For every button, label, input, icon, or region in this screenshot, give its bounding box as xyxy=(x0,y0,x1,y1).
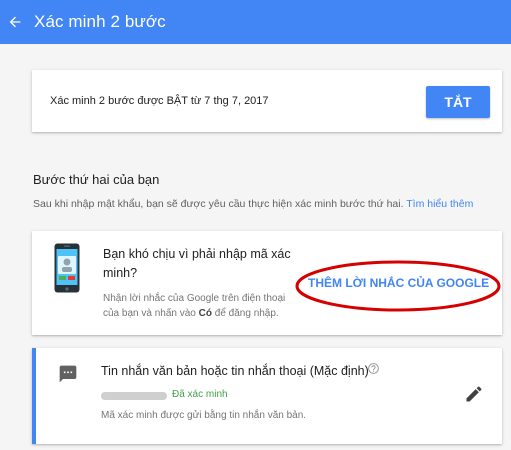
section-description-text: Sau khi nhập mật khẩu, bạn sẽ được yêu c… xyxy=(33,198,404,210)
google-prompt-card: Bạn khó chịu vì phải nhập mã xác minh? N… xyxy=(32,231,502,335)
add-google-prompt-button[interactable]: THÊM LỜI NHẮC CỦA GOOGLE xyxy=(308,276,489,290)
app-bar: Xác minh 2 bước xyxy=(0,0,511,44)
redacted-phone-number xyxy=(101,392,167,400)
phone-icon xyxy=(54,243,80,293)
verified-status: Đã xác minh xyxy=(172,389,228,400)
page-title: Xác minh 2 bước xyxy=(34,12,166,31)
prompt-desc-bold: Có xyxy=(198,308,212,319)
section-description: Sau khi nhập mật khẩu, bạn sẽ được yêu c… xyxy=(33,198,473,210)
help-icon[interactable] xyxy=(367,362,380,375)
back-button[interactable] xyxy=(2,0,28,44)
sms-method-card: Tin nhắn văn bản hoặc tin nhắn thoại (Mặ… xyxy=(32,348,502,444)
sms-heading: Tin nhắn văn bản hoặc tin nhắn thoại (Mặ… xyxy=(101,364,369,378)
status-text: Xác minh 2 bước được BẬT từ 7 thg 7, 201… xyxy=(50,95,269,107)
sms-subtitle: Mã xác minh được gửi bằng tin nhắn văn b… xyxy=(101,410,307,421)
prompt-heading: Bạn khó chịu vì phải nhập mã xác minh? xyxy=(103,247,291,280)
status-card: Xác minh 2 bước được BẬT từ 7 thg 7, 201… xyxy=(32,70,502,132)
arrow-back-icon xyxy=(9,16,21,28)
turn-off-button[interactable]: TẮT xyxy=(426,86,490,118)
message-icon xyxy=(59,365,77,383)
edit-icon[interactable] xyxy=(464,384,484,404)
section-title: Bước thứ hai của bạn xyxy=(33,172,160,187)
prompt-desc-end: để đăng nhập. xyxy=(211,308,279,319)
prompt-description: Nhận lời nhắc của Google trên điện thoại… xyxy=(103,291,303,321)
learn-more-link[interactable]: Tìm hiểu thêm xyxy=(406,198,473,210)
